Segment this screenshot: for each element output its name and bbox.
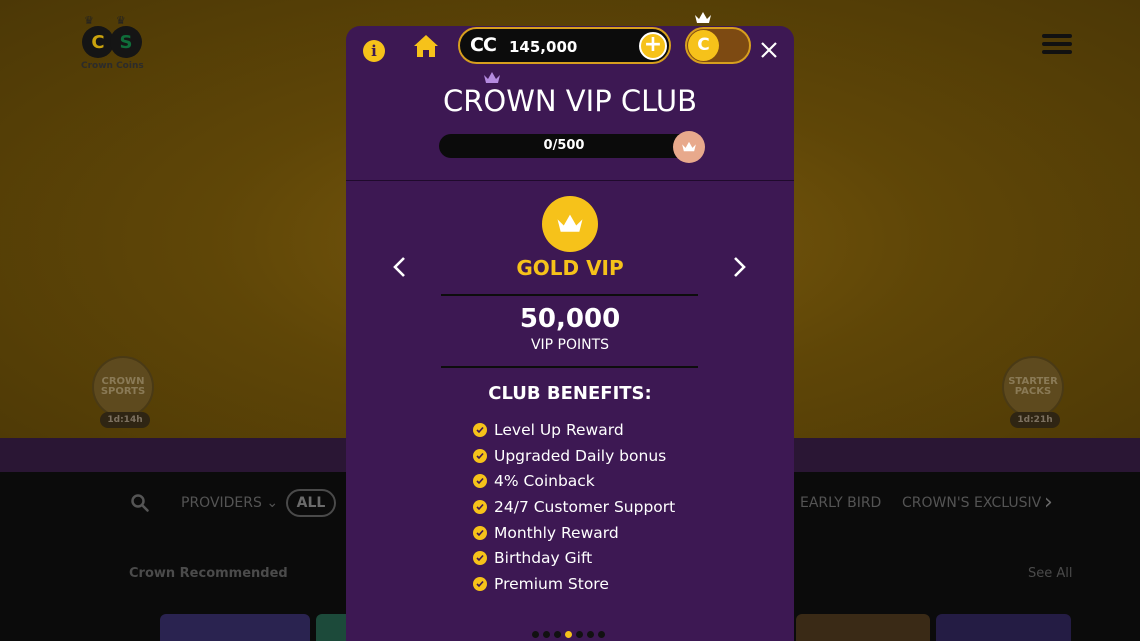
benefits-list: Level Up Reward Upgraded Daily bonus 4% … bbox=[473, 417, 675, 597]
tier-points: 50,000 bbox=[519, 304, 621, 334]
benefit-label: Monthly Reward bbox=[494, 523, 619, 542]
tab-early-bird[interactable]: EARLY BIRD bbox=[800, 495, 881, 511]
game-thumbnail[interactable] bbox=[936, 614, 1071, 641]
promo-timer: 1d:21h bbox=[1010, 412, 1060, 428]
tier-name: GOLD VIP bbox=[516, 256, 624, 280]
coin-balance: CC 145,000 + bbox=[458, 27, 671, 64]
close-icon[interactable] bbox=[759, 40, 779, 60]
promo-crown-sports[interactable]: CROWN SPORTS 1d:14h bbox=[92, 356, 158, 432]
pagination-dot[interactable] bbox=[598, 631, 605, 638]
pagination-dot[interactable] bbox=[543, 631, 550, 638]
vip-club-modal: i CC 145,000 + C CROWN VIP CLUB 0/500 GO… bbox=[346, 26, 794, 641]
page-title: CROWN VIP CLUB bbox=[443, 84, 697, 118]
chevron-down-icon: ⌄ bbox=[266, 495, 279, 511]
promo-starter-packs[interactable]: STARTER PACKS 1d:21h bbox=[1002, 356, 1068, 432]
crown-icon bbox=[673, 131, 705, 163]
divider bbox=[441, 294, 698, 296]
pagination-dot[interactable] bbox=[587, 631, 594, 638]
pagination-dot[interactable] bbox=[532, 631, 539, 638]
search-icon[interactable] bbox=[131, 494, 149, 512]
modal-header: i CC 145,000 + C CROWN VIP CLUB 0/500 bbox=[346, 26, 794, 181]
list-item: Upgraded Daily bonus bbox=[473, 443, 675, 469]
home-icon[interactable] bbox=[413, 34, 439, 58]
pagination-dot[interactable] bbox=[565, 631, 572, 638]
providers-dropdown[interactable]: PROVIDERS ⌄ bbox=[181, 495, 278, 511]
check-icon bbox=[473, 576, 487, 591]
check-icon bbox=[473, 499, 487, 514]
crown-icon bbox=[542, 196, 598, 252]
balance-amount: 145,000 bbox=[509, 38, 578, 56]
currency-label: CC bbox=[470, 34, 497, 56]
game-thumbnail[interactable] bbox=[160, 614, 310, 641]
promo-label: STARTER PACKS bbox=[1002, 356, 1064, 418]
pagination-dot[interactable] bbox=[554, 631, 561, 638]
divider bbox=[441, 366, 698, 368]
hamburger-menu-icon[interactable] bbox=[1042, 34, 1072, 56]
benefit-label: Birthday Gift bbox=[494, 549, 593, 568]
list-item: Level Up Reward bbox=[473, 417, 675, 443]
promo-label: CROWN SPORTS bbox=[92, 356, 154, 418]
check-icon bbox=[473, 422, 487, 437]
see-all-link[interactable]: See All bbox=[1028, 566, 1073, 581]
promo-timer: 1d:14h bbox=[100, 412, 150, 428]
tier-points-label: VIP POINTS bbox=[530, 337, 610, 353]
benefit-label: Level Up Reward bbox=[494, 420, 624, 439]
tab-crowns-exclusive[interactable]: CROWN'S EXCLUSIVE bbox=[902, 495, 1042, 511]
add-coins-button[interactable]: + bbox=[639, 32, 667, 60]
progress-label: 0/500 bbox=[543, 138, 585, 153]
filter-all[interactable]: ALL bbox=[286, 489, 336, 517]
crown-coins-logo[interactable]: ♛♛ C S Crown Coins bbox=[80, 14, 146, 74]
coin-type-toggle[interactable]: C bbox=[685, 27, 751, 64]
check-icon bbox=[473, 448, 487, 463]
list-item: 24/7 Customer Support bbox=[473, 494, 675, 520]
benefits-title: CLUB BENEFITS: bbox=[488, 383, 652, 404]
providers-label: PROVIDERS bbox=[181, 495, 262, 511]
carousel-pagination bbox=[532, 631, 605, 638]
benefit-label: 4% Coinback bbox=[494, 472, 595, 491]
logo-text: Crown Coins bbox=[81, 61, 144, 71]
info-icon[interactable]: i bbox=[363, 40, 385, 62]
list-item: Monthly Reward bbox=[473, 520, 675, 546]
chevron-right-icon[interactable]: › bbox=[1044, 490, 1053, 515]
vip-progress-bar: 0/500 bbox=[439, 134, 695, 158]
check-icon bbox=[473, 525, 487, 540]
list-item: Birthday Gift bbox=[473, 545, 675, 571]
pagination-dot[interactable] bbox=[576, 631, 583, 638]
check-icon bbox=[473, 551, 487, 566]
crown-icon bbox=[695, 12, 711, 23]
section-title: Crown Recommended bbox=[129, 566, 288, 581]
game-thumbnail[interactable] bbox=[796, 614, 930, 641]
logo-coin-s: S bbox=[110, 26, 142, 58]
coin-icon: C bbox=[688, 30, 719, 61]
list-item: Premium Store bbox=[473, 571, 675, 597]
benefit-label: Upgraded Daily bonus bbox=[494, 446, 667, 465]
benefit-label: 24/7 Customer Support bbox=[494, 497, 676, 516]
check-icon bbox=[473, 474, 487, 489]
list-item: 4% Coinback bbox=[473, 468, 675, 494]
crown-icon bbox=[484, 72, 500, 83]
benefit-label: Premium Store bbox=[494, 574, 609, 593]
logo-crowns: ♛♛ bbox=[84, 14, 148, 27]
